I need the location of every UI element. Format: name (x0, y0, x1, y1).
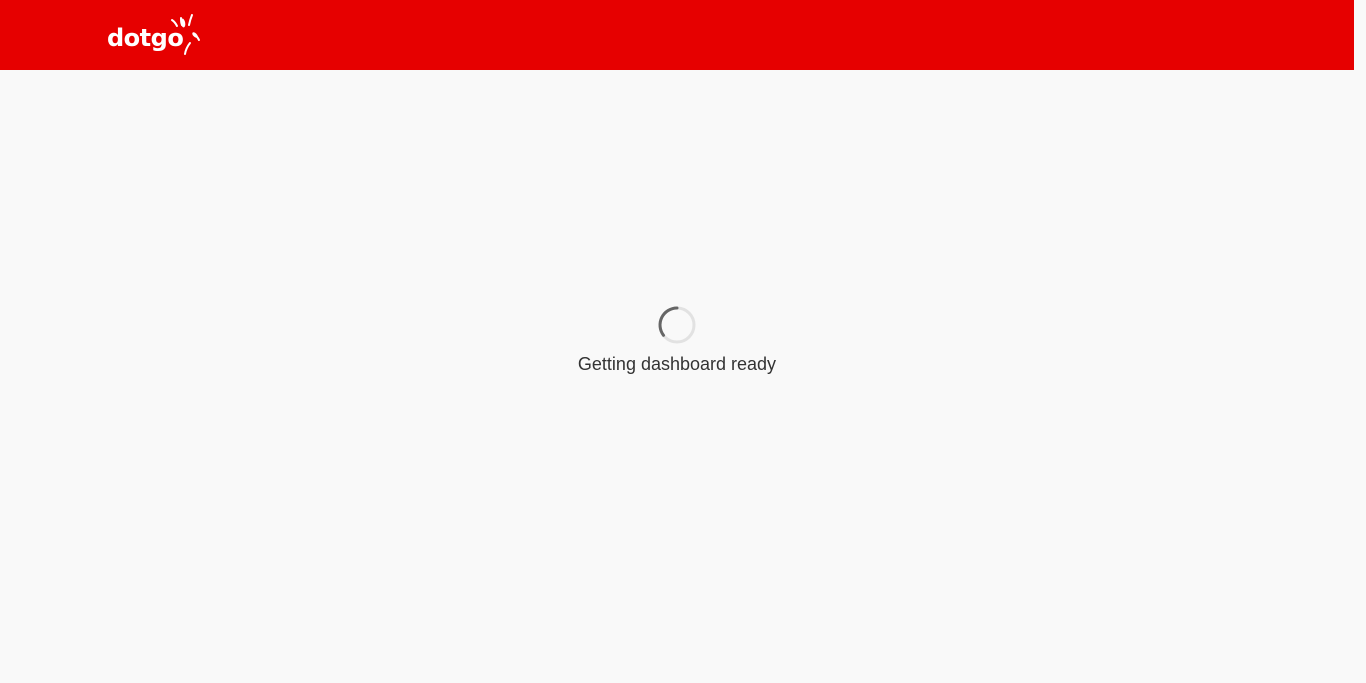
dotgo-sparkle-logo-icon (171, 14, 200, 55)
top-header-bar: dotgo (0, 0, 1354, 70)
loading-spinner-icon (658, 306, 696, 344)
loading-panel: Getting dashboard ready (0, 306, 1354, 375)
page-scrollbar[interactable] (1354, 0, 1366, 683)
loading-message: Getting dashboard ready (577, 354, 777, 374)
dotgo-logo[interactable]: dotgo (107, 14, 203, 58)
